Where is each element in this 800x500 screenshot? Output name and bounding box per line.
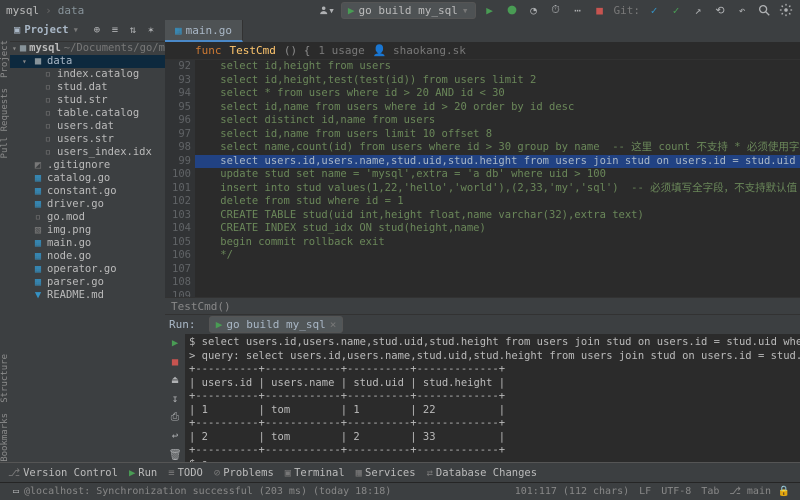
history-icon[interactable]: ⟲ bbox=[712, 2, 728, 18]
encoding[interactable]: UTF-8 bbox=[656, 486, 696, 497]
trash-icon[interactable]: 🗑 bbox=[167, 448, 183, 462]
tree-item[interactable]: ◩.gitignore bbox=[10, 159, 165, 172]
bottom-db-changes[interactable]: ⇄Database Changes bbox=[423, 467, 541, 479]
tree-item[interactable]: ▦catalog.go bbox=[10, 172, 165, 185]
tree-item[interactable]: ▦node.go bbox=[10, 250, 165, 263]
bottom-services[interactable]: ▦Services bbox=[352, 467, 420, 479]
collapse-icon[interactable]: ⇅ bbox=[125, 23, 141, 39]
editor-tab-main[interactable]: ▦main.go bbox=[165, 20, 243, 42]
indent[interactable]: Tab bbox=[696, 486, 724, 497]
tree-item[interactable]: ▫users.dat bbox=[10, 120, 165, 133]
run-label: Run: bbox=[169, 318, 196, 331]
tool-pull-requests[interactable]: Pull Requests bbox=[0, 88, 10, 158]
tree-item[interactable]: ▦main.go bbox=[10, 237, 165, 250]
tree-item[interactable]: ▫table.catalog bbox=[10, 107, 165, 120]
attach-icon[interactable]: ⋯ bbox=[570, 2, 586, 18]
exit-icon[interactable]: ⏏ bbox=[167, 374, 183, 388]
project-panel-header: ▣Project▾ ⊕ ≡ ⇅ ✶ — bbox=[10, 20, 165, 42]
bottom-problems[interactable]: ⊘Problems bbox=[210, 467, 278, 479]
run-button[interactable]: ▶ bbox=[482, 2, 498, 18]
breadcrumb-bar[interactable]: TestCmd() bbox=[165, 297, 800, 314]
line-sep[interactable]: LF bbox=[634, 486, 656, 497]
tree-item[interactable]: ▾■data bbox=[10, 55, 165, 68]
author-hint[interactable]: 👤 shaokang.sk bbox=[373, 44, 466, 57]
tree-item[interactable]: ▫users.str bbox=[10, 133, 165, 146]
settings-icon[interactable] bbox=[778, 2, 794, 18]
git-update-icon[interactable]: ✓ bbox=[646, 2, 662, 18]
tree-item[interactable]: ▦constant.go bbox=[10, 185, 165, 198]
tool-structure[interactable]: Structure bbox=[0, 354, 10, 403]
tree-item[interactable]: ▫index.catalog bbox=[10, 68, 165, 81]
lock-icon[interactable]: 🔒 bbox=[776, 484, 792, 500]
func-name: TestCmd bbox=[230, 44, 276, 57]
func-params: () { bbox=[284, 44, 311, 57]
git-push-icon[interactable]: ↗ bbox=[690, 2, 706, 18]
breadcrumb-root[interactable]: mysql bbox=[6, 4, 39, 17]
chevron-right-icon: › bbox=[45, 4, 52, 17]
console-output[interactable]: $ select users.id,users.name,stud.uid,st… bbox=[185, 334, 800, 462]
project-tree[interactable]: ▣Project▾ ⊕ ≡ ⇅ ✶ — ▾■mysql ~/Documents/… bbox=[10, 20, 165, 462]
git-label: Git: bbox=[614, 4, 641, 17]
status-message: @localhost: Synchronization successful (… bbox=[24, 486, 391, 497]
expand-all-icon[interactable]: ≡ bbox=[107, 23, 123, 39]
tool-project[interactable]: Project bbox=[0, 40, 10, 78]
search-icon[interactable] bbox=[756, 2, 772, 18]
tree-item[interactable]: ▫go.mod bbox=[10, 211, 165, 224]
git-commit-icon[interactable]: ✓ bbox=[668, 2, 684, 18]
func-keyword: func bbox=[195, 44, 222, 57]
tool-bookmarks[interactable]: Bookmarks bbox=[0, 413, 10, 462]
tree-item[interactable]: ▦operator.go bbox=[10, 263, 165, 276]
tree-item[interactable]: ▾■mysql ~/Documents/go/mysql bbox=[10, 42, 165, 55]
tree-item[interactable]: ▫users_index.idx bbox=[10, 146, 165, 159]
event-log-icon[interactable]: ▭ bbox=[8, 484, 24, 500]
run-tab[interactable]: ▶go build my_sql× bbox=[209, 316, 344, 333]
rollback-icon[interactable]: ↶ bbox=[734, 2, 750, 18]
tree-item[interactable]: ▫stud.str bbox=[10, 94, 165, 107]
scroll-end-icon[interactable]: ↧ bbox=[167, 393, 183, 407]
usage-hint[interactable]: 1 usage bbox=[318, 44, 364, 57]
cursor-position[interactable]: 101:117 (112 chars) bbox=[510, 486, 634, 497]
bottom-run[interactable]: ▶Run bbox=[125, 467, 161, 479]
person-icon[interactable]: ▾ bbox=[319, 2, 335, 18]
bottom-terminal[interactable]: ▣Terminal bbox=[281, 467, 349, 479]
tree-item[interactable]: ▼README.md bbox=[10, 289, 165, 302]
print-icon[interactable]: ⎙ bbox=[167, 411, 183, 425]
run-configuration[interactable]: ▶ go build my_sql ▾ bbox=[341, 2, 476, 19]
tree-item[interactable]: ▦parser.go bbox=[10, 276, 165, 289]
breadcrumb-folder[interactable]: data bbox=[58, 4, 85, 17]
git-branch[interactable]: ⎇ main bbox=[724, 486, 776, 497]
soft-wrap-icon[interactable]: ↩ bbox=[167, 430, 183, 444]
tree-item[interactable]: ▫stud.dat bbox=[10, 81, 165, 94]
coverage-button[interactable]: ◔ bbox=[526, 2, 542, 18]
tree-item[interactable]: ▧img.png bbox=[10, 224, 165, 237]
debug-button[interactable] bbox=[504, 2, 520, 18]
stop-button[interactable]: ■ bbox=[592, 2, 608, 18]
options-icon[interactable]: ✶ bbox=[143, 23, 159, 39]
tree-item[interactable]: ▦driver.go bbox=[10, 198, 165, 211]
bottom-todo[interactable]: ≡TODO bbox=[164, 467, 207, 479]
select-opened-icon[interactable]: ⊕ bbox=[89, 23, 105, 39]
profile-button[interactable]: ⏱ bbox=[548, 2, 564, 18]
bottom-version-control[interactable]: ⎇Version Control bbox=[4, 467, 122, 479]
rerun-icon[interactable]: ▶ bbox=[167, 337, 183, 351]
stop-icon[interactable]: ■ bbox=[167, 356, 183, 370]
